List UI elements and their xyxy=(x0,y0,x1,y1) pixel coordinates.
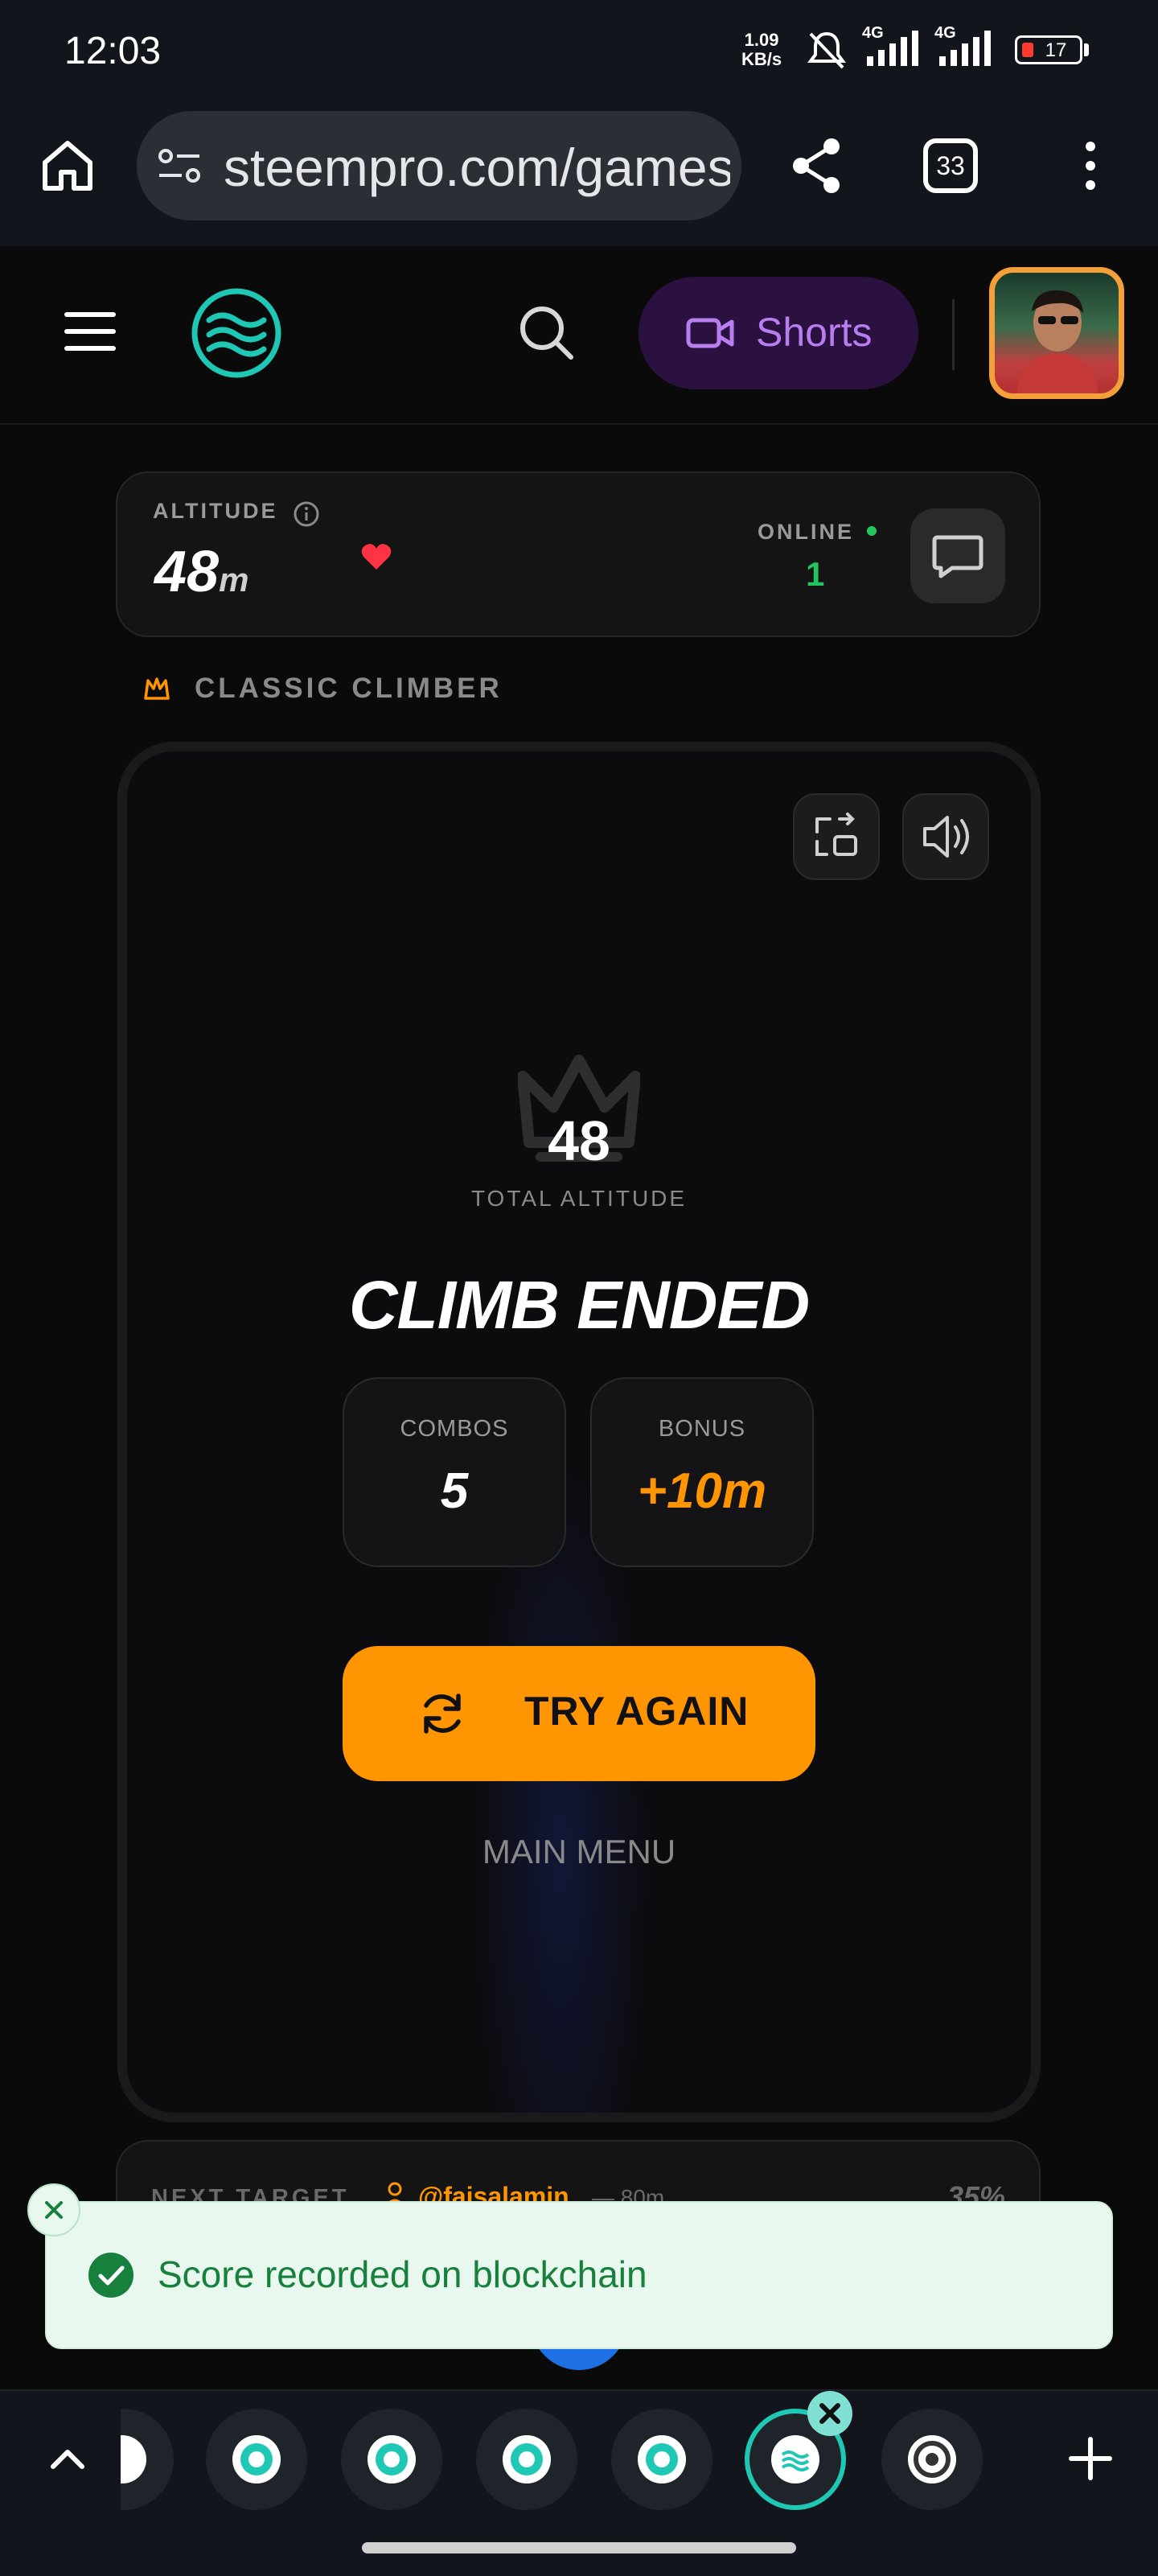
shorts-label: Shorts xyxy=(756,310,873,355)
battery-tip xyxy=(1084,43,1089,56)
result-title: CLIMB ENDED xyxy=(348,1267,810,1343)
header-divider xyxy=(952,299,955,370)
altitude-unit: m xyxy=(219,561,249,599)
plus-icon[interactable] xyxy=(1065,2433,1116,2484)
tab-thumbnail[interactable] xyxy=(881,2409,983,2510)
close-icon xyxy=(819,2403,840,2424)
signal-strength-1: 4G xyxy=(860,24,928,73)
steem-favicon-icon xyxy=(638,2435,686,2483)
user-avatar[interactable] xyxy=(989,267,1124,399)
steem-favicon-icon xyxy=(232,2435,281,2483)
tab-thumbnail[interactable] xyxy=(611,2409,712,2510)
bonus-value: +10m xyxy=(637,1463,767,1519)
network-type-1: 4G xyxy=(862,24,884,42)
combos-stat: COMBOS 5 xyxy=(343,1377,566,1567)
info-icon[interactable] xyxy=(293,500,320,528)
check-icon xyxy=(88,2253,133,2298)
crown-small-icon xyxy=(144,677,170,700)
toast-close-button[interactable] xyxy=(27,2183,80,2237)
sound-button[interactable] xyxy=(902,793,989,880)
exit-fullscreen-button[interactable] xyxy=(793,793,880,880)
battery-fill xyxy=(1022,43,1033,57)
close-tab-button[interactable] xyxy=(807,2391,852,2436)
logo-icon[interactable] xyxy=(190,286,283,380)
battery-level: 17 xyxy=(1045,39,1067,61)
bonus-label: BONUS xyxy=(658,1416,746,1442)
combos-label: COMBOS xyxy=(400,1416,509,1442)
altitude-value: 48m xyxy=(154,539,248,605)
combos-value: 5 xyxy=(440,1463,469,1519)
steem-favicon-icon xyxy=(368,2435,416,2483)
bonus-stat: BONUS +10m xyxy=(590,1377,814,1567)
network-speed-unit: KB/s xyxy=(741,49,782,69)
steem-favicon-icon xyxy=(503,2435,551,2483)
steempro-favicon-icon xyxy=(771,2435,819,2483)
altitude-label: ALTITUDE xyxy=(153,499,278,523)
refresh-icon xyxy=(424,1693,461,1734)
network-type-2: 4G xyxy=(934,24,956,42)
sound-icon xyxy=(923,816,969,858)
home-icon[interactable] xyxy=(35,134,100,198)
tab-count-button[interactable]: 33 xyxy=(923,138,978,193)
altitude-card: ALTITUDE 48m ONLINE 1 xyxy=(116,471,1041,637)
share-icon[interactable] xyxy=(785,134,849,198)
tab-favicon xyxy=(121,2435,146,2483)
site-header xyxy=(0,246,1158,425)
search-icon[interactable] xyxy=(515,301,579,365)
game-panel: 48 TOTAL ALTITUDE CLIMB ENDED COMBOS 5 B… xyxy=(117,742,1041,2122)
chat-button[interactable] xyxy=(910,508,1005,603)
try-again-label: TRY AGAIN xyxy=(524,1689,749,1734)
menu-icon[interactable] xyxy=(61,302,119,360)
chrome-favicon-icon xyxy=(908,2435,956,2483)
more-icon[interactable] xyxy=(1074,134,1107,198)
home-indicator[interactable] xyxy=(362,2542,796,2553)
online-count: 1 xyxy=(806,555,825,593)
online-status-dot xyxy=(867,526,877,536)
status-time: 12:03 xyxy=(64,30,162,72)
mute-icon xyxy=(807,31,846,69)
network-speed-value: 1.09 xyxy=(744,30,779,50)
tab-thumbnail[interactable] xyxy=(476,2409,577,2510)
altitude-number: 48 xyxy=(154,540,220,604)
online-label: ONLINE xyxy=(758,520,855,544)
toast-notification: Score recorded on blockchain xyxy=(45,2201,1113,2349)
chevron-up-icon[interactable] xyxy=(45,2433,90,2484)
total-altitude-label: TOTAL ALTITUDE xyxy=(470,1186,688,1211)
heart-icon xyxy=(361,544,392,570)
video-icon xyxy=(686,318,734,348)
battery-indicator: 17 xyxy=(1015,35,1082,64)
close-icon xyxy=(45,2201,63,2219)
address-bar[interactable]: steempro.com/games xyxy=(137,111,741,220)
game-mode-title: CLASSIC CLIMBER xyxy=(195,673,503,704)
tab-thumbnail[interactable] xyxy=(206,2409,307,2510)
network-speed: 1.09 KB/s xyxy=(741,31,782,69)
signal-strength-2: 4G xyxy=(933,24,1000,73)
tab-thumbnail[interactable] xyxy=(341,2409,442,2510)
site-settings-icon[interactable] xyxy=(156,145,204,187)
try-again-button[interactable]: TRY AGAIN xyxy=(343,1646,815,1781)
total-altitude-value: 48 xyxy=(548,1109,610,1172)
url-text[interactable]: steempro.com/games xyxy=(224,137,730,198)
shorts-button[interactable]: Shorts xyxy=(639,277,918,389)
main-menu-button[interactable]: MAIN MENU xyxy=(343,1833,815,1871)
chat-icon xyxy=(932,535,983,578)
exit-fullscreen-icon xyxy=(815,813,857,856)
avatar-image xyxy=(1017,290,1098,393)
toast-message: Score recorded on blockchain xyxy=(158,2253,647,2295)
